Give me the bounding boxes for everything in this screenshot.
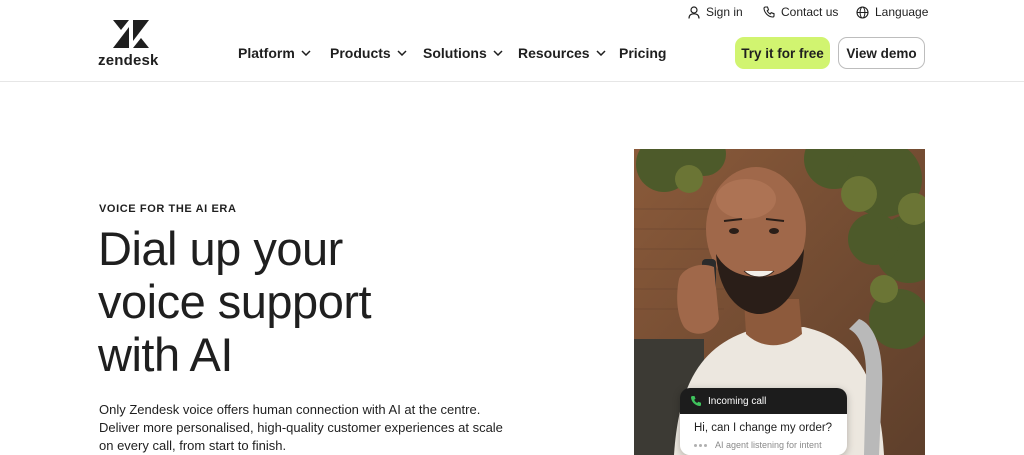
nav-products-label: Products [330, 45, 391, 61]
hero-description-line: Deliver more personalised, high-quality … [99, 420, 503, 435]
nav-resources[interactable]: Resources [518, 44, 606, 62]
hero-eyebrow: VOICE FOR THE AI ERA [99, 203, 237, 215]
nav-solutions-label: Solutions [423, 45, 487, 61]
hero-headline: Dial up your voice support with AI [98, 222, 518, 381]
hero-headline-line: with AI [98, 328, 233, 381]
phone-incoming-icon [691, 396, 701, 406]
contact-us-label: Contact us [781, 5, 839, 19]
hero-description-line: on every call, from start to finish. [99, 438, 287, 453]
caller-question: Hi, can I change my order? [694, 422, 833, 434]
call-card-header: Incoming call [680, 388, 847, 414]
try-it-free-button[interactable]: Try it for free [735, 37, 830, 69]
sign-in-link[interactable]: Sign in [688, 5, 743, 19]
chevron-down-icon [301, 50, 311, 56]
nav-resources-label: Resources [518, 45, 590, 61]
nav-solutions[interactable]: Solutions [423, 44, 503, 62]
ai-status-label: AI agent listening for intent [715, 440, 822, 450]
listening-dots-icon [694, 443, 709, 447]
zendesk-logo[interactable]: zendesk [98, 20, 164, 69]
hero-description-line: Only Zendesk voice offers human connecti… [99, 402, 481, 417]
view-demo-button[interactable]: View demo [838, 37, 925, 69]
chevron-down-icon [596, 50, 606, 56]
logo-wordmark: zendesk [98, 52, 159, 69]
hero-description: Only Zendesk voice offers human connecti… [99, 401, 503, 455]
zendesk-logo-mark [113, 20, 149, 48]
user-icon [688, 5, 700, 19]
nav-platform-label: Platform [238, 45, 295, 61]
nav-pricing[interactable]: Pricing [619, 44, 666, 62]
site-header: zendesk Sign in Contact us Language Plat… [0, 0, 1024, 82]
nav-products[interactable]: Products [330, 44, 407, 62]
hero-headline-line: voice support [98, 275, 372, 328]
sign-in-label: Sign in [706, 5, 743, 19]
phone-icon [763, 6, 775, 18]
globe-icon [856, 5, 869, 19]
chevron-down-icon [397, 50, 407, 56]
nav-pricing-label: Pricing [619, 45, 667, 61]
nav-platform[interactable]: Platform [238, 44, 311, 62]
hero-headline-line: Dial up your [98, 222, 343, 275]
incoming-call-label: Incoming call [708, 395, 767, 407]
language-selector[interactable]: Language [856, 5, 928, 19]
ai-status: AI agent listening for intent [694, 440, 833, 450]
contact-us-link[interactable]: Contact us [763, 5, 838, 19]
incoming-call-card: Incoming call Hi, can I change my order?… [680, 388, 847, 455]
language-label: Language [875, 5, 929, 19]
chevron-down-icon [493, 50, 503, 56]
call-card-body: Hi, can I change my order? AI agent list… [680, 414, 847, 455]
